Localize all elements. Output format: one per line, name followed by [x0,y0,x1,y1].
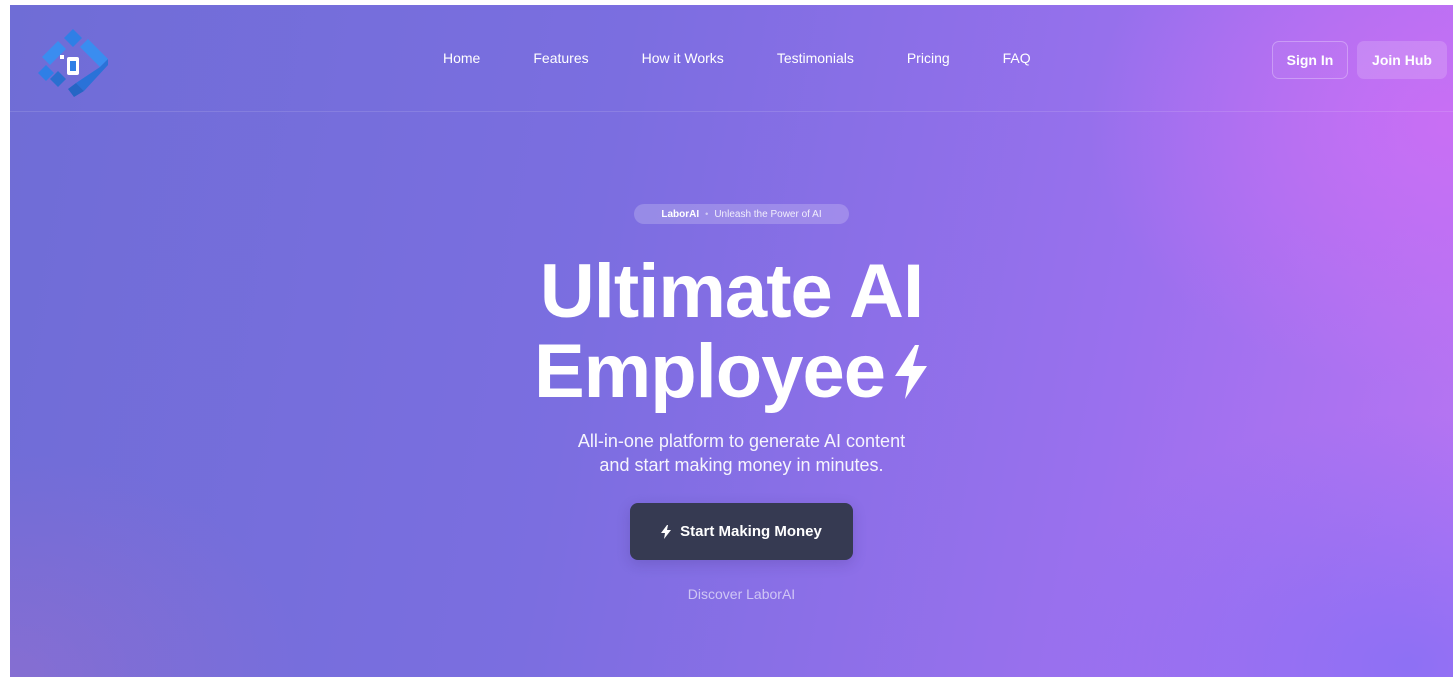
subtext-line-2: and start making money in minutes. [599,455,884,475]
sign-in-button[interactable]: Sign In [1272,41,1348,79]
nav-link-pricing[interactable]: Pricing [907,50,950,70]
nav-link-testimonials[interactable]: Testimonials [777,50,854,70]
start-making-money-button[interactable]: Start Making Money [630,503,853,560]
hero-subtext: All-in-one platform to generate AI conte… [10,429,1453,477]
badge-separator: • [705,209,709,219]
join-hub-button[interactable]: Join Hub [1357,41,1447,79]
lightning-bolt-icon [895,345,928,399]
nav-link-home[interactable]: Home [443,50,480,70]
headline-line-2: Employee [533,329,886,414]
lightning-bolt-icon [661,524,672,539]
top-navbar: Home Features How it Works Testimonials … [10,5,1453,112]
subtext-line-1: All-in-one platform to generate AI conte… [577,431,906,451]
brand-logo-icon[interactable] [36,25,110,97]
hero-badge: LaborAI • Unleash the Power of AI [634,204,849,224]
headline-line-1: Ultimate AI [539,249,924,334]
discover-link[interactable]: Discover LaborAI [10,586,1453,602]
nav-link-faq[interactable]: FAQ [1003,50,1031,70]
badge-brand: LaborAI [661,208,700,220]
hero-headline: Ultimate AI Employee [10,252,1453,412]
cta-label: Start Making Money [680,523,822,540]
main-navigation: Home Features How it Works Testimonials … [443,50,1031,70]
nav-link-features[interactable]: Features [533,50,588,70]
headline-line-2-wrap: Employee [10,332,1453,412]
page-frame: Home Features How it Works Testimonials … [10,5,1453,677]
badge-tagline: Unleash the Power of AI [714,208,822,220]
nav-link-how-it-works[interactable]: How it Works [642,50,724,70]
